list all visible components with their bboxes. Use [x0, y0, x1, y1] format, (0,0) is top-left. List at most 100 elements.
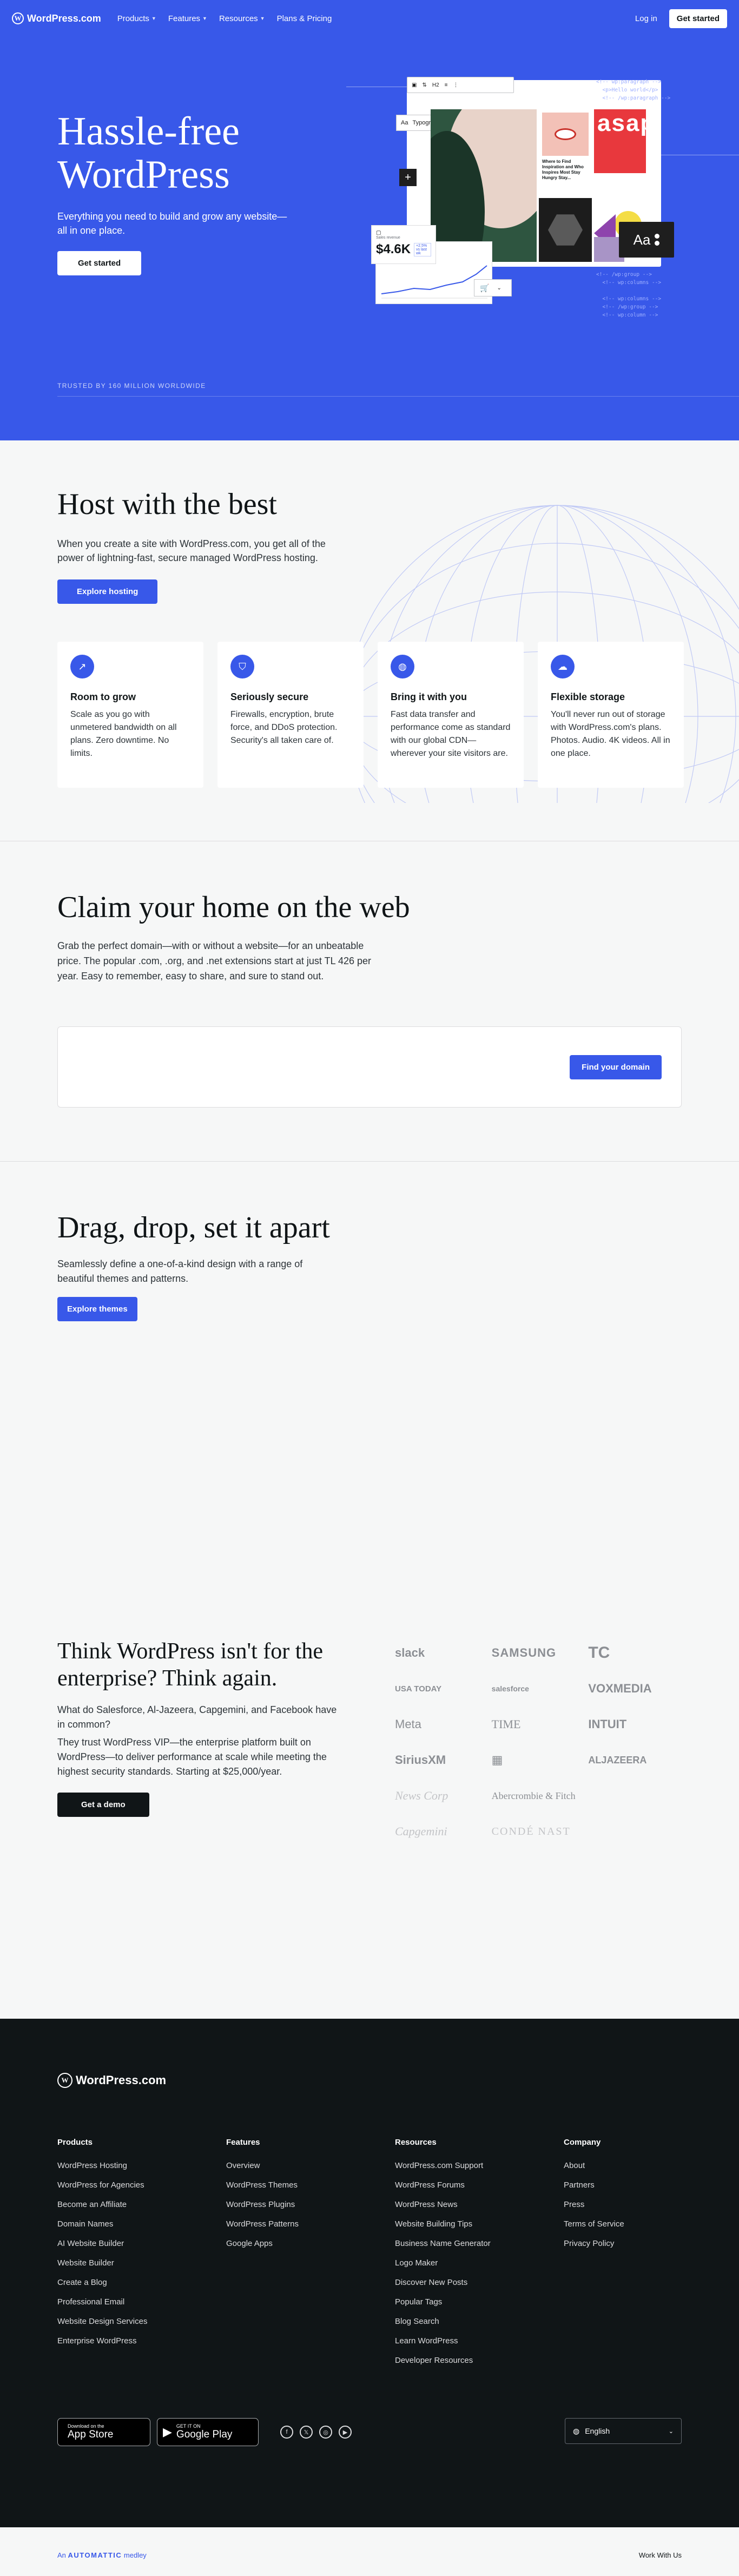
techcrunch-logo: TC — [588, 1644, 610, 1662]
footer: W WordPress.com Products WordPress Hosti… — [0, 2019, 739, 2527]
footer-link[interactable]: Business Name Generator — [395, 2239, 564, 2249]
globe-icon: ◍ — [573, 2426, 580, 2435]
domain-search-box[interactable]: Find your domain — [57, 1026, 682, 1108]
footer-link[interactable]: Press — [564, 2200, 733, 2210]
instagram-icon[interactable]: ◎ — [319, 2426, 332, 2439]
hosting-description: When you create a site with WordPress.co… — [57, 538, 326, 564]
eye-illustration — [542, 113, 589, 156]
art-card — [431, 109, 537, 262]
footer-link[interactable]: Professional Email — [57, 2297, 226, 2307]
article-title: Where to Find Inspiration and Who Inspir… — [542, 159, 584, 180]
feature-text: You'll never run out of storage with Wor… — [551, 710, 670, 758]
nav-plans-pricing[interactable]: Plans & Pricing — [277, 14, 332, 23]
footer-link[interactable]: Partners — [564, 2180, 733, 2190]
footer-link[interactable]: Popular Tags — [395, 2297, 564, 2307]
stats-card: ▢ Sales revenue $4.6K +2.5% vs last wk — [371, 225, 436, 264]
explore-themes-button[interactable]: Explore themes — [57, 1297, 137, 1321]
footer-link[interactable]: Logo Maker — [395, 2258, 564, 2268]
footer-link[interactable]: WordPress Forums — [395, 2180, 564, 2190]
globe-icon: ◍ — [391, 655, 414, 678]
footer-link[interactable]: Blog Search — [395, 2317, 564, 2327]
feature-card: ⛉ Seriously secure Firewalls, encryption… — [217, 642, 364, 788]
facebook-icon[interactable]: f — [280, 2426, 293, 2439]
automattic-credit[interactable]: An AUTOMATTIC medley — [57, 2551, 147, 2559]
footer-link[interactable]: Google Apps — [226, 2239, 395, 2249]
feature-text: Scale as you go with unmetered bandwidth… — [70, 710, 177, 758]
footer-heading: Features — [226, 2138, 260, 2147]
color-dots-icon — [655, 234, 660, 246]
footer-link[interactable]: WordPress Hosting — [57, 2161, 226, 2171]
get-demo-button[interactable]: Get a demo — [57, 1793, 149, 1817]
footer-link[interactable]: WordPress News — [395, 2200, 564, 2210]
nav-features[interactable]: Features ▼ — [168, 14, 207, 23]
hero-get-started-button[interactable]: Get started — [57, 251, 142, 275]
top-nav: W WordPress.com Products ▼ Features ▼ Reso… — [0, 0, 739, 37]
slack-logo: slack — [395, 1646, 425, 1659]
language-select[interactable]: ◍ English ⌄ — [565, 2418, 682, 2444]
footer-link[interactable]: About — [564, 2161, 733, 2171]
google-play-badge[interactable]: ▶ GET IT ON Google Play — [157, 2418, 259, 2446]
themes-title: Drag, drop, set it apart — [57, 1211, 330, 1244]
work-with-us-link[interactable]: Work With Us — [639, 2551, 682, 2559]
footer-link[interactable]: AI Website Builder — [57, 2239, 226, 2249]
cloud-icon: ☁ — [551, 655, 575, 678]
stats-badge: +2.5% vs last wk — [414, 242, 431, 256]
voxmedia-logo: VOXMEDIA — [588, 1682, 652, 1695]
intuit-logo: INTUIT — [588, 1717, 627, 1731]
footer-link[interactable]: Learn WordPress — [395, 2336, 564, 2346]
add-block-icon[interactable]: + — [399, 169, 417, 186]
shield-icon: ⛉ — [230, 655, 254, 678]
block-toolbar[interactable]: ▣ ⇅ H2 ≡ ⋮ — [407, 77, 514, 93]
footer-link[interactable]: Discover New Posts — [395, 2278, 564, 2288]
nav-actions: Log in Get started — [635, 9, 727, 28]
conde-nast-logo: CONDÉ NAST — [491, 1825, 571, 1837]
footer-column-features: Features Overview WordPress Themes WordP… — [226, 2138, 395, 2375]
cart-toolbar[interactable]: 🛒 ⌄ — [474, 279, 512, 297]
footer-link[interactable]: Developer Resources — [395, 2356, 564, 2366]
get-started-button[interactable]: Get started — [669, 9, 727, 28]
find-domain-button[interactable]: Find your domain — [570, 1055, 662, 1079]
font-icon: Aa — [401, 120, 408, 126]
footer-link[interactable]: WordPress.com Support — [395, 2161, 564, 2171]
footer-link[interactable]: Website Building Tips — [395, 2219, 564, 2229]
footer-heading: Company — [564, 2138, 601, 2147]
nav-products[interactable]: Products ▼ — [117, 14, 156, 23]
chevron-down-icon: ▼ — [151, 16, 156, 21]
footer-link[interactable]: Website Design Services — [57, 2317, 226, 2327]
usa-today-logo: USA TODAY — [395, 1684, 442, 1694]
footer-link[interactable]: Overview — [226, 2161, 395, 2171]
chevron-down-icon: ▼ — [202, 16, 207, 21]
trusted-label: TRUSTED BY 160 MILLION WORLDWIDE — [57, 382, 206, 390]
footer-link[interactable]: WordPress for Agencies — [57, 2180, 226, 2190]
footer-link[interactable]: Enterprise WordPress — [57, 2336, 226, 2346]
siriusxm-logo: SiriusXM — [395, 1753, 446, 1767]
login-link[interactable]: Log in — [635, 14, 657, 23]
footer-link[interactable]: Terms of Service — [564, 2219, 733, 2229]
brand-logo[interactable]: W WordPress.com — [12, 12, 101, 24]
footer-link[interactable]: Become an Affiliate — [57, 2200, 226, 2210]
footer-link[interactable]: Privacy Policy — [564, 2239, 733, 2249]
x-icon[interactable]: 𝕏 — [300, 2426, 313, 2439]
footer-link[interactable]: WordPress Themes — [226, 2180, 395, 2190]
youtube-icon[interactable]: ▶ — [339, 2426, 352, 2439]
hero-title: Hassle-free WordPress — [57, 109, 240, 197]
footer-brand[interactable]: W WordPress.com — [57, 2073, 166, 2088]
style-preview[interactable]: Aa — [619, 222, 674, 258]
explore-hosting-button[interactable]: Explore hosting — [57, 579, 158, 604]
time-logo: TIME — [491, 1717, 521, 1731]
footer-link[interactable]: WordPress Plugins — [226, 2200, 395, 2210]
footer-link[interactable]: Website Builder — [57, 2258, 226, 2268]
app-store-badge[interactable]: Download on the App Store — [57, 2418, 150, 2446]
footer-column-company: Company About Partners Press Terms of Se… — [564, 2138, 733, 2375]
footer-column-products: Products WordPress Hosting WordPress for… — [57, 2138, 226, 2375]
divider — [57, 396, 739, 397]
trending-up-icon: ↗ — [70, 655, 94, 678]
block-icon: ▣ — [412, 82, 417, 88]
footer-link[interactable]: WordPress Patterns — [226, 2219, 395, 2229]
footer-link[interactable]: Create a Blog — [57, 2278, 226, 2288]
themes-description: Seamlessly define a one-of-a-kind design… — [57, 1259, 303, 1284]
enterprise-title: Think WordPress isn't for the enterprise… — [57, 1639, 324, 1691]
footer-link[interactable]: Domain Names — [57, 2219, 226, 2229]
more-icon: ⋮ — [453, 82, 459, 88]
nav-resources[interactable]: Resources ▼ — [219, 14, 265, 23]
